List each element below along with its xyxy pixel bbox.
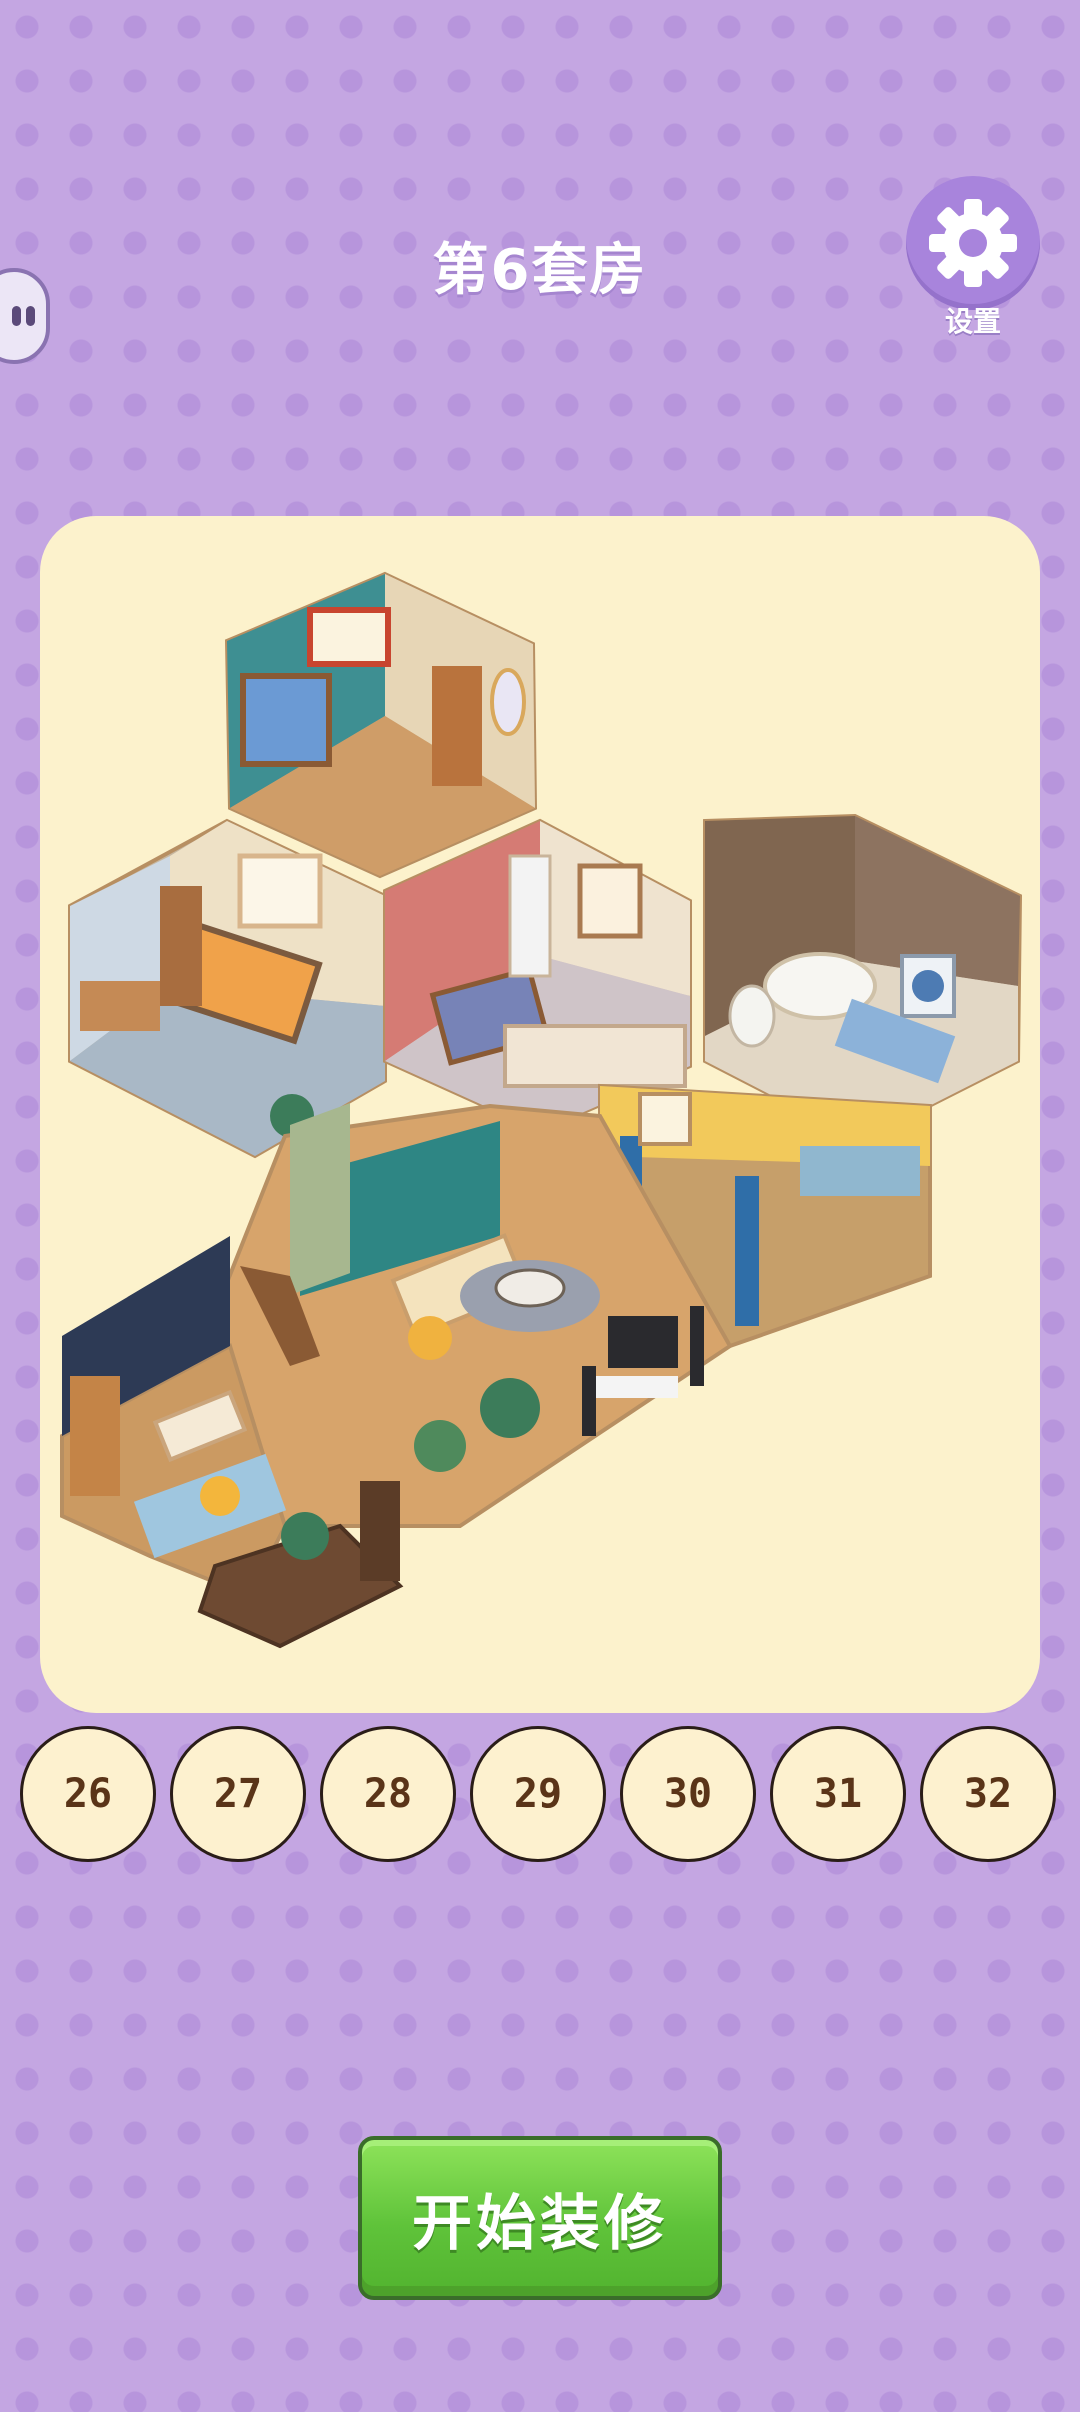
house-illustration bbox=[60, 571, 1023, 1649]
settings-button[interactable] bbox=[906, 176, 1040, 310]
gear-icon bbox=[929, 199, 1017, 287]
start-decorating-button[interactable]: 开始装修 bbox=[358, 2136, 722, 2300]
level-button-31[interactable]: 31 bbox=[770, 1726, 906, 1862]
level-button-32[interactable]: 32 bbox=[920, 1726, 1056, 1862]
side-tab-button[interactable] bbox=[0, 268, 50, 364]
level-button-28[interactable]: 28 bbox=[320, 1726, 456, 1862]
settings-label: 设置 bbox=[944, 305, 1001, 338]
level-selector: 26 27 28 29 30 31 32 bbox=[20, 1726, 1060, 1864]
pause-face-icon bbox=[12, 306, 21, 326]
level-button-30[interactable]: 30 bbox=[620, 1726, 756, 1862]
level-button-26[interactable]: 26 bbox=[20, 1726, 156, 1862]
level-button-27[interactable]: 27 bbox=[170, 1726, 306, 1862]
level-button-29[interactable]: 29 bbox=[470, 1726, 606, 1862]
house-preview-panel bbox=[40, 516, 1040, 1713]
